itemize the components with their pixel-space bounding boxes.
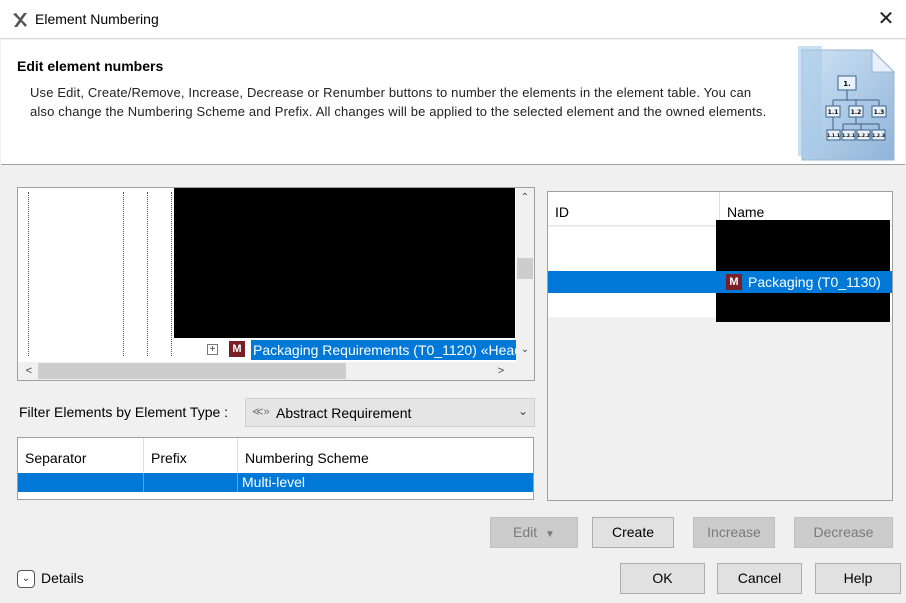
- header-title: Edit element numbers: [17, 58, 164, 74]
- art-box-label: 1.2: [851, 109, 862, 116]
- help-button[interactable]: Help: [815, 563, 901, 594]
- column-header-numbering-scheme[interactable]: Numbering Scheme: [238, 438, 533, 472]
- redacted-area: [174, 188, 515, 338]
- column-header-id[interactable]: ID: [548, 192, 720, 226]
- scroll-thumb[interactable]: [38, 363, 346, 379]
- increase-button[interactable]: Increase: [693, 517, 775, 548]
- chevron-down-icon[interactable]: ⌄: [518, 404, 528, 418]
- scroll-right-icon[interactable]: >: [492, 362, 510, 380]
- numbering-scheme-table[interactable]: Separator Prefix Numbering Scheme Multi-…: [17, 437, 534, 500]
- scroll-left-icon[interactable]: <: [20, 362, 38, 380]
- table-row-selected[interactable]: M Packaging (T0_1130): [548, 271, 892, 293]
- element-m-icon: M: [229, 341, 245, 357]
- column-header-separator[interactable]: Separator: [18, 438, 144, 472]
- redacted-area: [716, 220, 890, 271]
- element-type-dropdown[interactable]: ≪» Abstract Requirement ⌄: [245, 398, 535, 427]
- app-logo-icon: [13, 13, 27, 27]
- tree-vertical-scrollbar[interactable]: ⌃ ⌄: [516, 188, 534, 362]
- close-button[interactable]: ✕: [871, 4, 901, 34]
- element-tree[interactable]: + M Packaging Requirements (T0_1120) «He…: [17, 187, 535, 381]
- stereotype-icon: ≪»: [252, 406, 270, 418]
- filter-label: Filter Elements by Element Type :: [19, 404, 229, 420]
- tree-guide-line: [147, 192, 148, 356]
- art-box-label: 1.: [843, 80, 851, 88]
- expand-icon[interactable]: +: [207, 344, 218, 355]
- details-label[interactable]: Details: [41, 570, 84, 586]
- scroll-down-icon[interactable]: ⌄: [516, 342, 534, 358]
- tree-guide-line: [123, 192, 124, 356]
- art-box-label: 1.3: [874, 109, 885, 116]
- numbering-scheme-cell[interactable]: Multi-level: [238, 473, 533, 492]
- separator-cell[interactable]: [18, 473, 144, 492]
- element-m-icon: M: [726, 274, 742, 290]
- element-name: Packaging (T0_1130): [748, 274, 881, 290]
- edit-button[interactable]: Edit ▼: [490, 517, 578, 548]
- title-bar: Element Numbering ✕: [0, 0, 906, 39]
- decrease-button[interactable]: Decrease: [794, 517, 893, 548]
- element-type-value: Abstract Requirement: [276, 405, 412, 421]
- element-table[interactable]: ID Name M Packaging (T0_1130): [547, 191, 893, 501]
- art-box-label: 1.1: [828, 109, 839, 116]
- tree-item-label[interactable]: Packaging Requirements (T0_1120) «Head: [251, 340, 531, 360]
- tree-guide-line: [28, 192, 29, 356]
- tree-guide-line: [171, 192, 172, 356]
- cancel-button[interactable]: Cancel: [717, 563, 802, 594]
- header-description: Use Edit, Create/Remove, Increase, Decre…: [30, 85, 767, 119]
- table-row[interactable]: Multi-level: [18, 473, 533, 492]
- redacted-area: [716, 293, 890, 322]
- art-box-label: 1.2.3: [872, 133, 885, 139]
- dropdown-arrow-icon: ▼: [545, 529, 555, 540]
- ok-button[interactable]: OK: [620, 563, 705, 594]
- edit-label: Edit: [513, 524, 538, 540]
- details-toggle-icon[interactable]: ⌄: [17, 570, 35, 588]
- numbering-illustration-icon: 1. 1.1 1.2 1.3 1.1.1 1.2.1 1.2.2 1.2.3: [798, 46, 896, 161]
- window-title: Element Numbering: [35, 11, 159, 27]
- prefix-cell[interactable]: [144, 473, 238, 492]
- scroll-thumb[interactable]: [517, 258, 533, 279]
- art-box-label: 1.1.1: [827, 133, 840, 139]
- dialog-header: Edit element numbers Use Edit, Create/Re…: [1, 40, 905, 165]
- scroll-up-icon[interactable]: ⌃: [516, 190, 534, 206]
- art-box-label: 1.2.2: [857, 133, 870, 139]
- create-button[interactable]: Create: [592, 517, 674, 548]
- column-header-prefix[interactable]: Prefix: [144, 438, 238, 472]
- tree-horizontal-scrollbar[interactable]: < >: [18, 362, 534, 380]
- art-box-label: 1.2.1: [842, 133, 855, 139]
